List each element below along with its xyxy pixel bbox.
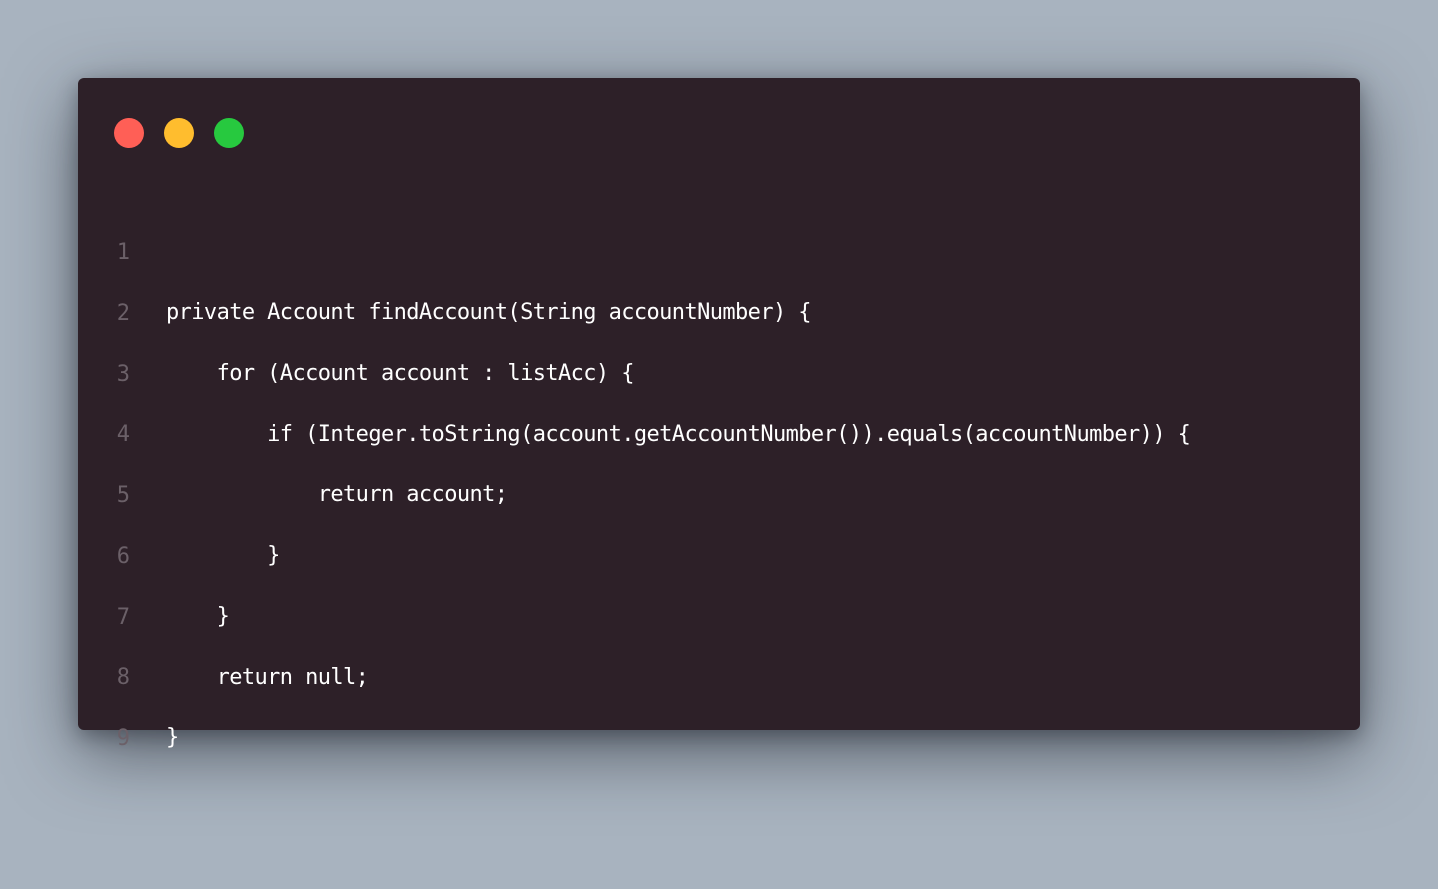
code-line: 1 private Account findAccount(String acc… <box>78 163 1360 325</box>
code-line: 4 return account; <box>78 345 1360 507</box>
code-line: 2 for (Account account : listAcc) { <box>78 224 1360 386</box>
code-line: 6 } <box>78 467 1360 629</box>
line-number: 9 <box>116 726 130 751</box>
line-code: } <box>166 725 179 751</box>
close-dot[interactable] <box>114 118 144 148</box>
code-line: 8 } <box>78 588 1360 750</box>
code-line: 9 <box>78 649 1360 751</box>
maximize-dot[interactable] <box>214 118 244 148</box>
code-body: 1 private Account findAccount(String acc… <box>78 163 1360 751</box>
code-line: 5 } <box>78 406 1360 568</box>
code-line: 7 return null; <box>78 528 1360 690</box>
minimize-dot[interactable] <box>164 118 194 148</box>
code-line: 3 if (Integer.toString(account.getAccoun… <box>78 285 1360 447</box>
code-window: 1 private Account findAccount(String acc… <box>78 78 1360 751</box>
window-controls <box>114 118 244 148</box>
